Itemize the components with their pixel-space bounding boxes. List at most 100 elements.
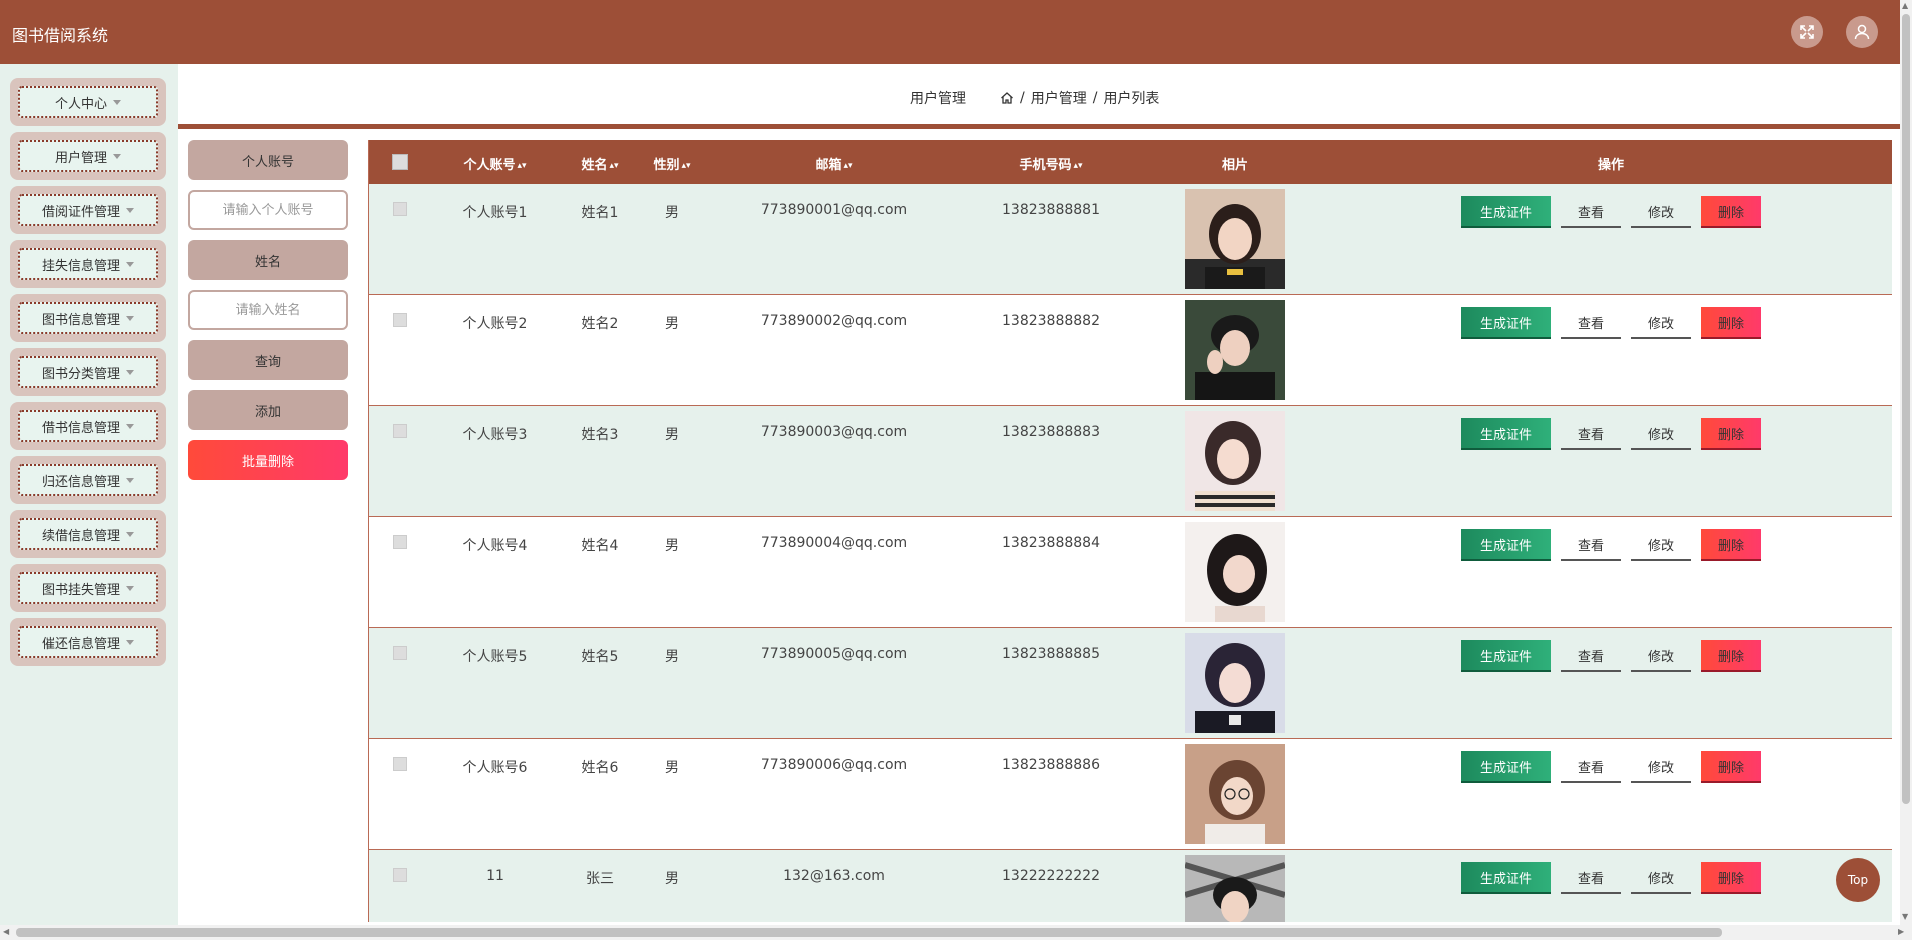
view-button[interactable]: 查看 bbox=[1561, 418, 1621, 450]
scroll-left-icon[interactable]: ◀ bbox=[3, 927, 9, 936]
cell-phone: 13823888885 bbox=[1002, 646, 1100, 662]
generate-cert-button[interactable]: 生成证件 bbox=[1461, 307, 1551, 339]
edit-button[interactable]: 修改 bbox=[1631, 640, 1691, 672]
view-button[interactable]: 查看 bbox=[1561, 751, 1621, 783]
column-header-name[interactable]: 姓名 ▴▾ bbox=[581, 154, 618, 173]
edit-button[interactable]: 修改 bbox=[1631, 196, 1691, 228]
row-checkbox[interactable] bbox=[393, 646, 407, 660]
edit-button[interactable]: 修改 bbox=[1631, 418, 1691, 450]
view-button[interactable]: 查看 bbox=[1561, 307, 1621, 339]
user-photo[interactable] bbox=[1185, 189, 1285, 289]
user-photo[interactable] bbox=[1185, 744, 1285, 844]
add-button[interactable]: 添加 bbox=[188, 390, 348, 430]
view-button[interactable]: 查看 bbox=[1561, 640, 1621, 672]
sidebar-item-label: 归还信息管理 bbox=[41, 474, 120, 490]
delete-button[interactable]: 删除 bbox=[1701, 751, 1761, 783]
horizontal-scrollbar[interactable]: ◀ ▶ bbox=[0, 925, 1912, 940]
cell-phone: 13823888883 bbox=[1002, 424, 1100, 440]
cell-name: 张三 bbox=[586, 871, 614, 887]
scroll-up-icon[interactable]: ▲ bbox=[1902, 1, 1908, 10]
sidebar-item-label: 个人中心 bbox=[54, 96, 107, 112]
fullscreen-icon bbox=[1800, 25, 1814, 39]
sidebar-item-loss-info[interactable]: 挂失信息管理 bbox=[10, 240, 166, 288]
generate-cert-button[interactable]: 生成证件 bbox=[1461, 196, 1551, 228]
edit-button[interactable]: 修改 bbox=[1631, 529, 1691, 561]
generate-cert-button[interactable]: 生成证件 bbox=[1461, 751, 1551, 783]
generate-cert-button[interactable]: 生成证件 bbox=[1461, 418, 1551, 450]
vertical-scroll-thumb[interactable] bbox=[1902, 14, 1910, 804]
sidebar-item-personal-center[interactable]: 个人中心 bbox=[10, 78, 166, 126]
sidebar-item-label: 图书分类管理 bbox=[41, 366, 120, 382]
view-button[interactable]: 查看 bbox=[1561, 862, 1621, 894]
sidebar-item-borrow-info[interactable]: 借书信息管理 bbox=[10, 402, 166, 450]
sidebar-item-label: 催还信息管理 bbox=[41, 636, 120, 652]
horizontal-scroll-thumb[interactable] bbox=[16, 928, 1722, 937]
page-title: 用户管理 bbox=[910, 91, 966, 107]
table-row: 11 张三 男 132@163.com 13222222222 生成证件 查看 … bbox=[369, 850, 1892, 922]
sidebar-item-label: 用户管理 bbox=[54, 150, 107, 166]
sidebar-item-renew-info[interactable]: 续借信息管理 bbox=[10, 510, 166, 558]
sidebar-item-book-info[interactable]: 图书信息管理 bbox=[10, 294, 166, 342]
cell-name: 姓名1 bbox=[581, 205, 619, 221]
view-button[interactable]: 查看 bbox=[1561, 196, 1621, 228]
column-header-email[interactable]: 邮箱 ▴▾ bbox=[815, 154, 852, 173]
row-checkbox[interactable] bbox=[393, 535, 407, 549]
user-icon bbox=[1854, 24, 1870, 40]
cell-gender: 男 bbox=[665, 871, 679, 887]
sidebar-item-book-category[interactable]: 图书分类管理 bbox=[10, 348, 166, 396]
cell-email: 773890002@qq.com bbox=[760, 313, 908, 329]
back-to-top-button[interactable]: Top bbox=[1836, 858, 1880, 902]
cell-account: 个人账号3 bbox=[462, 427, 528, 443]
row-checkbox[interactable] bbox=[393, 757, 407, 771]
user-photo[interactable] bbox=[1185, 300, 1285, 400]
row-checkbox[interactable] bbox=[393, 868, 407, 882]
select-all-checkbox[interactable] bbox=[392, 154, 408, 170]
breadcrumb-divider bbox=[178, 124, 1900, 129]
user-photo[interactable] bbox=[1185, 522, 1285, 622]
delete-button[interactable]: 删除 bbox=[1701, 862, 1761, 894]
breadcrumb-item-user-management[interactable]: 用户管理 bbox=[1031, 88, 1087, 108]
edit-button[interactable]: 修改 bbox=[1631, 862, 1691, 894]
delete-button[interactable]: 删除 bbox=[1701, 529, 1761, 561]
sidebar-item-return-info[interactable]: 归还信息管理 bbox=[10, 456, 166, 504]
fullscreen-button[interactable] bbox=[1791, 16, 1823, 48]
edit-button[interactable]: 修改 bbox=[1631, 751, 1691, 783]
row-checkbox[interactable] bbox=[393, 202, 407, 216]
generate-cert-button[interactable]: 生成证件 bbox=[1461, 640, 1551, 672]
column-header-phone[interactable]: 手机号码 ▴▾ bbox=[1019, 154, 1082, 173]
user-photo[interactable] bbox=[1185, 633, 1285, 733]
delete-button[interactable]: 删除 bbox=[1701, 196, 1761, 228]
caret-down-icon bbox=[126, 477, 134, 483]
generate-cert-button[interactable]: 生成证件 bbox=[1461, 529, 1551, 561]
scroll-down-icon[interactable]: ▼ bbox=[1902, 912, 1908, 921]
delete-button[interactable]: 删除 bbox=[1701, 307, 1761, 339]
sidebar-item-book-loss[interactable]: 图书挂失管理 bbox=[10, 564, 166, 612]
query-button[interactable]: 查询 bbox=[188, 340, 348, 380]
table-row: 个人账号2 姓名2 男 773890002@qq.com 13823888882… bbox=[369, 295, 1892, 406]
cell-name: 姓名6 bbox=[581, 760, 619, 776]
batch-delete-button[interactable]: 批量删除 bbox=[188, 440, 348, 480]
column-header-gender[interactable]: 性别 ▴▾ bbox=[653, 154, 690, 173]
view-button[interactable]: 查看 bbox=[1561, 529, 1621, 561]
sidebar-item-card-management[interactable]: 借阅证件管理 bbox=[10, 186, 166, 234]
top-header: 图书借阅系统 bbox=[0, 0, 1900, 64]
account-search-input[interactable] bbox=[188, 190, 348, 230]
user-photo[interactable] bbox=[1185, 411, 1285, 511]
vertical-scrollbar[interactable]: ▲ ▼ bbox=[1900, 0, 1912, 925]
column-header-account[interactable]: 个人账号 ▴▾ bbox=[463, 154, 526, 173]
scroll-right-icon[interactable]: ▶ bbox=[1898, 927, 1904, 936]
delete-button[interactable]: 删除 bbox=[1701, 418, 1761, 450]
row-checkbox[interactable] bbox=[393, 313, 407, 327]
cell-email: 773890006@qq.com bbox=[760, 757, 908, 773]
delete-button[interactable]: 删除 bbox=[1701, 640, 1761, 672]
name-search-input[interactable] bbox=[188, 290, 348, 330]
home-icon[interactable] bbox=[1000, 91, 1014, 105]
account-label: 个人账号 bbox=[188, 140, 348, 180]
user-avatar-button[interactable] bbox=[1846, 16, 1878, 48]
sidebar-item-reminder-info[interactable]: 催还信息管理 bbox=[10, 618, 166, 666]
row-checkbox[interactable] bbox=[393, 424, 407, 438]
generate-cert-button[interactable]: 生成证件 bbox=[1461, 862, 1551, 894]
user-photo[interactable] bbox=[1185, 855, 1285, 922]
sidebar-item-user-management[interactable]: 用户管理 bbox=[10, 132, 166, 180]
edit-button[interactable]: 修改 bbox=[1631, 307, 1691, 339]
